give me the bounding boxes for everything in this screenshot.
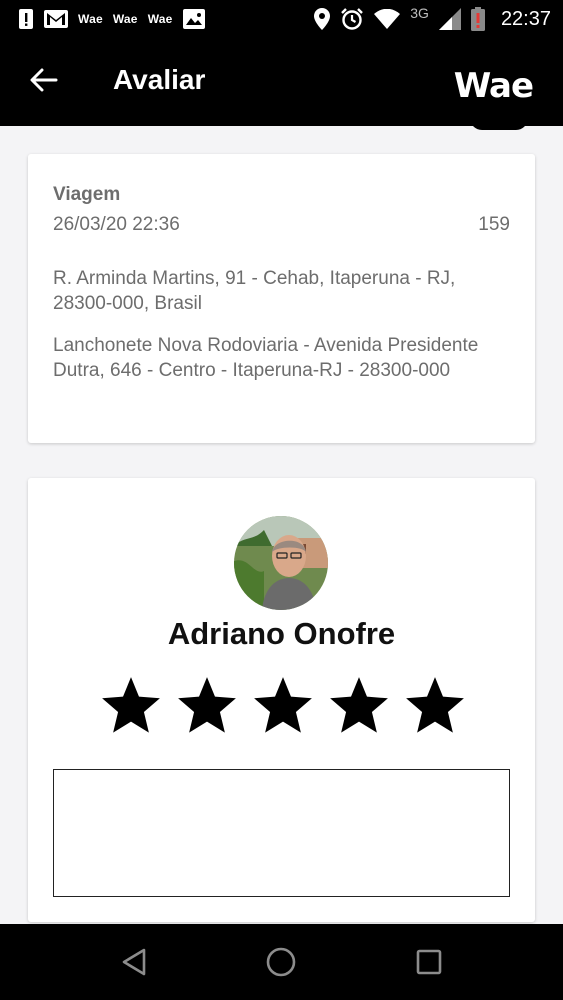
trip-number: 159 bbox=[478, 214, 510, 235]
network-type: 3G bbox=[410, 5, 429, 21]
wifi-icon bbox=[374, 9, 401, 29]
rating-screen: Wae Wae Wae 3G 22:37 Avaliar Wae Viagem … bbox=[0, 0, 563, 1000]
nav-home-button[interactable] bbox=[261, 942, 301, 982]
logo-badge-dip bbox=[470, 118, 528, 130]
star-rating bbox=[98, 673, 468, 739]
wae-notification-icon: Wae bbox=[78, 12, 103, 26]
alert-icon bbox=[18, 8, 34, 30]
alarm-icon bbox=[340, 7, 364, 31]
driver-name: Adriano Onofre bbox=[167, 616, 396, 651]
rating-card: Adriano Onofre bbox=[28, 478, 535, 922]
trip-label: Viagem bbox=[53, 184, 121, 205]
location-icon bbox=[314, 8, 331, 30]
star-icon[interactable] bbox=[326, 673, 392, 739]
wae-notification-icon: Wae bbox=[112, 12, 138, 26]
star-icon[interactable] bbox=[402, 673, 468, 739]
page-title: Avaliar bbox=[113, 64, 206, 95]
trip-datetime: 26/03/20 22:36 bbox=[53, 214, 180, 235]
star-icon[interactable] bbox=[250, 673, 316, 739]
arrow-back-icon bbox=[30, 68, 58, 97]
brand-logo: Wae bbox=[453, 66, 534, 106]
trip-info-row: 26/03/20 22:36 159 bbox=[53, 214, 510, 236]
trip-origin: R. Arminda Martins, 91 - Cehab, Itaperun… bbox=[53, 268, 456, 314]
gmail-icon bbox=[44, 10, 68, 28]
star-icon[interactable] bbox=[174, 673, 240, 739]
status-bar-notifications: Wae Wae Wae bbox=[18, 8, 205, 30]
wae-notification-icon: Wae bbox=[147, 12, 173, 26]
navigation-bar bbox=[0, 924, 563, 1000]
star-icon[interactable] bbox=[98, 673, 164, 739]
back-button[interactable] bbox=[28, 66, 60, 98]
trip-card: Viagem 26/03/20 22:36 159 R. Arminda Mar… bbox=[28, 154, 535, 443]
cell-signal-icon bbox=[438, 8, 461, 30]
status-bar: Wae Wae Wae 3G 22:37 bbox=[0, 0, 563, 38]
comment-input[interactable] bbox=[53, 769, 510, 897]
nav-recents-button[interactable] bbox=[409, 942, 449, 982]
nav-back-button[interactable] bbox=[114, 942, 154, 982]
status-bar-system: 3G 22:37 bbox=[314, 5, 551, 31]
status-time: 22:37 bbox=[500, 7, 551, 30]
circle-home-icon bbox=[267, 947, 296, 977]
image-icon bbox=[182, 9, 205, 29]
driver-avatar bbox=[234, 516, 328, 610]
app-bar: Avaliar Wae bbox=[0, 38, 563, 126]
triangle-back-icon bbox=[122, 948, 146, 976]
trip-destination: Lanchonete Nova Rodoviaria - Avenida Pre… bbox=[53, 335, 479, 381]
battery-icon bbox=[470, 7, 485, 31]
square-recents-icon bbox=[416, 949, 442, 975]
